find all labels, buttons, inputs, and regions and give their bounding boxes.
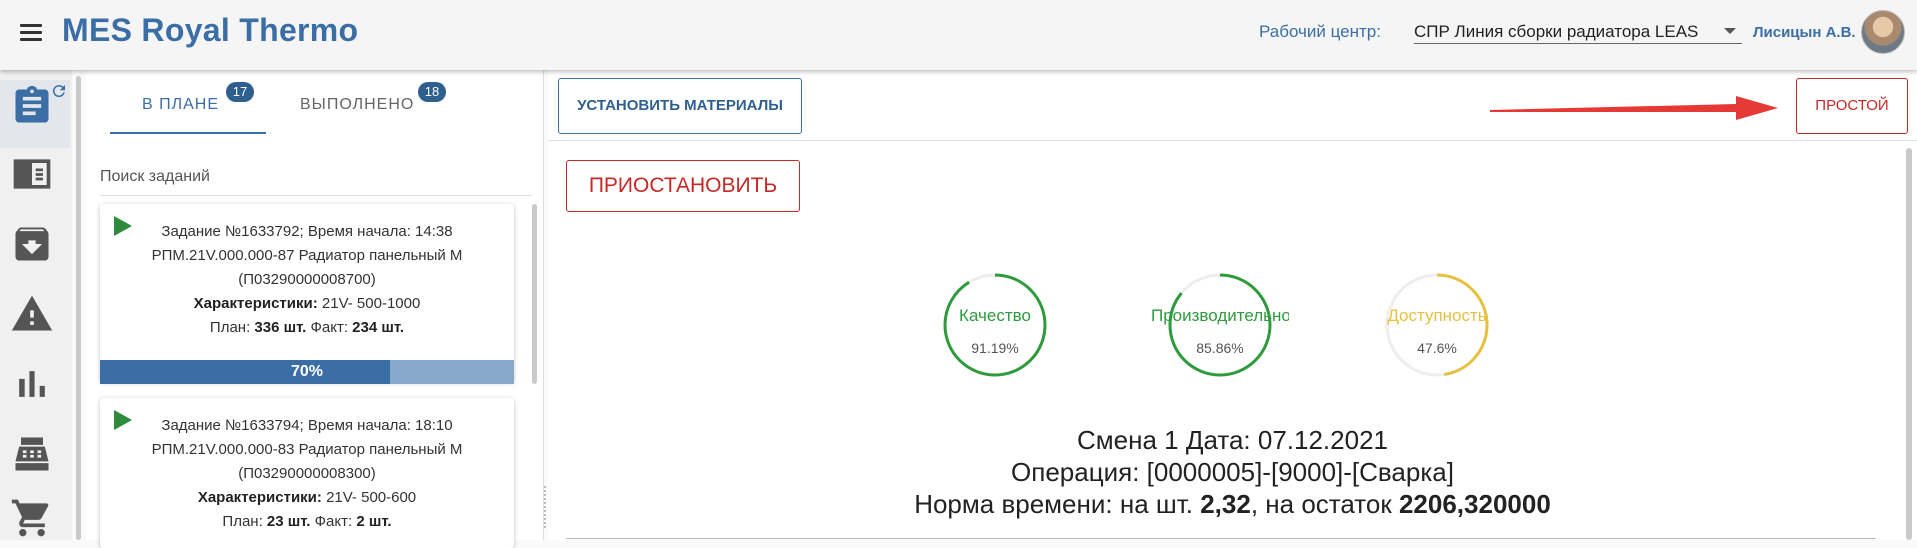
chevron-down-icon — [1724, 28, 1736, 34]
task-plan-fact: План: 336 шт. Факт: 234 шт. — [209, 319, 405, 336]
tab-completed[interactable]: ВЫПОЛНЕНО — [300, 96, 414, 114]
gauge-title: Доступность — [1387, 306, 1487, 325]
main-scrollbar[interactable] — [1906, 148, 1912, 540]
app-title: MES Royal Thermo — [62, 12, 359, 48]
set-materials-button[interactable]: УСТАНОВИТЬ МАТЕРИАЛЫ — [558, 78, 802, 134]
operation-line: Операция: [0000005]-[9000]-[Сварка] — [1011, 457, 1454, 487]
archive-icon[interactable] — [10, 222, 54, 266]
availability-gauge: Доступность 47.6% — [1382, 270, 1492, 380]
menu-icon[interactable] — [20, 24, 42, 42]
tab-in-plan[interactable]: В ПЛАНЕ — [142, 96, 219, 114]
in-plan-count-badge: 17 — [226, 82, 254, 102]
red-arrow-annotation — [1490, 96, 1778, 120]
toolbar-divider — [548, 140, 1917, 141]
tasks-scrollbar[interactable] — [532, 204, 537, 384]
sidebar-scrollbar[interactable] — [76, 76, 81, 540]
task-product-code: (П03290000008700) — [238, 271, 376, 288]
gauge-value: 85.86% — [1196, 340, 1244, 356]
task-card[interactable]: Задание №1633794; Время начала: 18:10 РП… — [100, 398, 514, 548]
idle-button[interactable]: ПРОСТОЙ — [1796, 78, 1908, 134]
performance-gauge: Производительность 85.86% — [1151, 270, 1289, 380]
active-tab-indicator — [110, 132, 266, 134]
clipboard-icon[interactable] — [10, 84, 54, 128]
icon-sidebar — [0, 70, 72, 540]
task-progress-bar: 70% — [100, 360, 514, 384]
gauge-title: Производительность — [1151, 306, 1289, 325]
bar-chart-icon[interactable] — [10, 362, 54, 406]
task-product: РПМ.21V.000.000-87 Радиатор панельный М — [151, 247, 463, 264]
task-characteristics: Характеристики: 21V- 500-600 — [197, 489, 417, 506]
task-card[interactable]: Задание №1633792; Время начала: 14:38 РП… — [100, 204, 514, 384]
work-center-value: СПР Линия сборки радиатора LEAS — [1414, 22, 1699, 41]
task-details: Задание №1633792; Время начала: 14:38 РП… — [100, 220, 514, 340]
warning-icon[interactable] — [10, 292, 54, 336]
task-header: Задание №1633792; Время начала: 14:38 — [161, 223, 453, 240]
content-divider — [566, 538, 1876, 539]
main-panel: УСТАНОВИТЬ МАТЕРИАЛЫ ПРОСТОЙ ПРИОСТАНОВИ… — [548, 70, 1917, 540]
cash-register-icon[interactable] — [10, 432, 54, 476]
search-tasks-label[interactable]: Поиск заданий — [100, 168, 210, 186]
completed-count-badge: 18 — [418, 82, 446, 102]
refresh-icon[interactable] — [50, 82, 68, 100]
cart-icon[interactable] — [10, 496, 54, 540]
quality-gauge: Качество 91.19% — [940, 270, 1050, 380]
pause-button[interactable]: ПРИОСТАНОВИТЬ — [566, 160, 800, 212]
shift-line: Смена 1 Дата: 07.12.2021 — [1077, 425, 1388, 455]
gauge-value: 47.6% — [1417, 340, 1457, 356]
task-header: Задание №1633794; Время начала: 18:10 — [161, 417, 453, 434]
top-bar: MES Royal Thermo Рабочий центр: СПР Лини… — [0, 0, 1917, 70]
user-name[interactable]: Лисицын А.В. — [1753, 24, 1856, 41]
progress-label: 70% — [290, 363, 324, 380]
task-plan-fact: План: 23 шт. Факт: 2 шт. — [222, 513, 392, 530]
avatar[interactable] — [1861, 10, 1905, 54]
shift-info: Смена 1 Дата: 07.12.2021 Операция: [0000… — [548, 424, 1917, 520]
task-characteristics: Характеристики: 21V- 500-1000 — [193, 295, 421, 312]
gauge-value: 91.19% — [971, 340, 1019, 356]
task-details: Задание №1633794; Время начала: 18:10 РП… — [100, 414, 514, 534]
task-product: РПМ.21V.000.000-83 Радиатор панельный М — [151, 441, 463, 458]
work-center-label: Рабочий центр: — [1259, 22, 1381, 41]
tasks-panel: В ПЛАНЕ 17 ВЫПОЛНЕНО 18 Поиск заданий За… — [86, 70, 544, 548]
work-center-select[interactable]: СПР Линия сборки радиатора LEAS — [1414, 16, 1742, 44]
gauge-title: Качество — [959, 306, 1031, 325]
task-product-code: (П03290000008300) — [238, 465, 376, 482]
sidebar-panel-icon[interactable] — [10, 152, 54, 196]
norm-line: Норма времени: на шт. 2,32, на остаток 2… — [914, 489, 1551, 519]
search-underline — [100, 195, 532, 196]
